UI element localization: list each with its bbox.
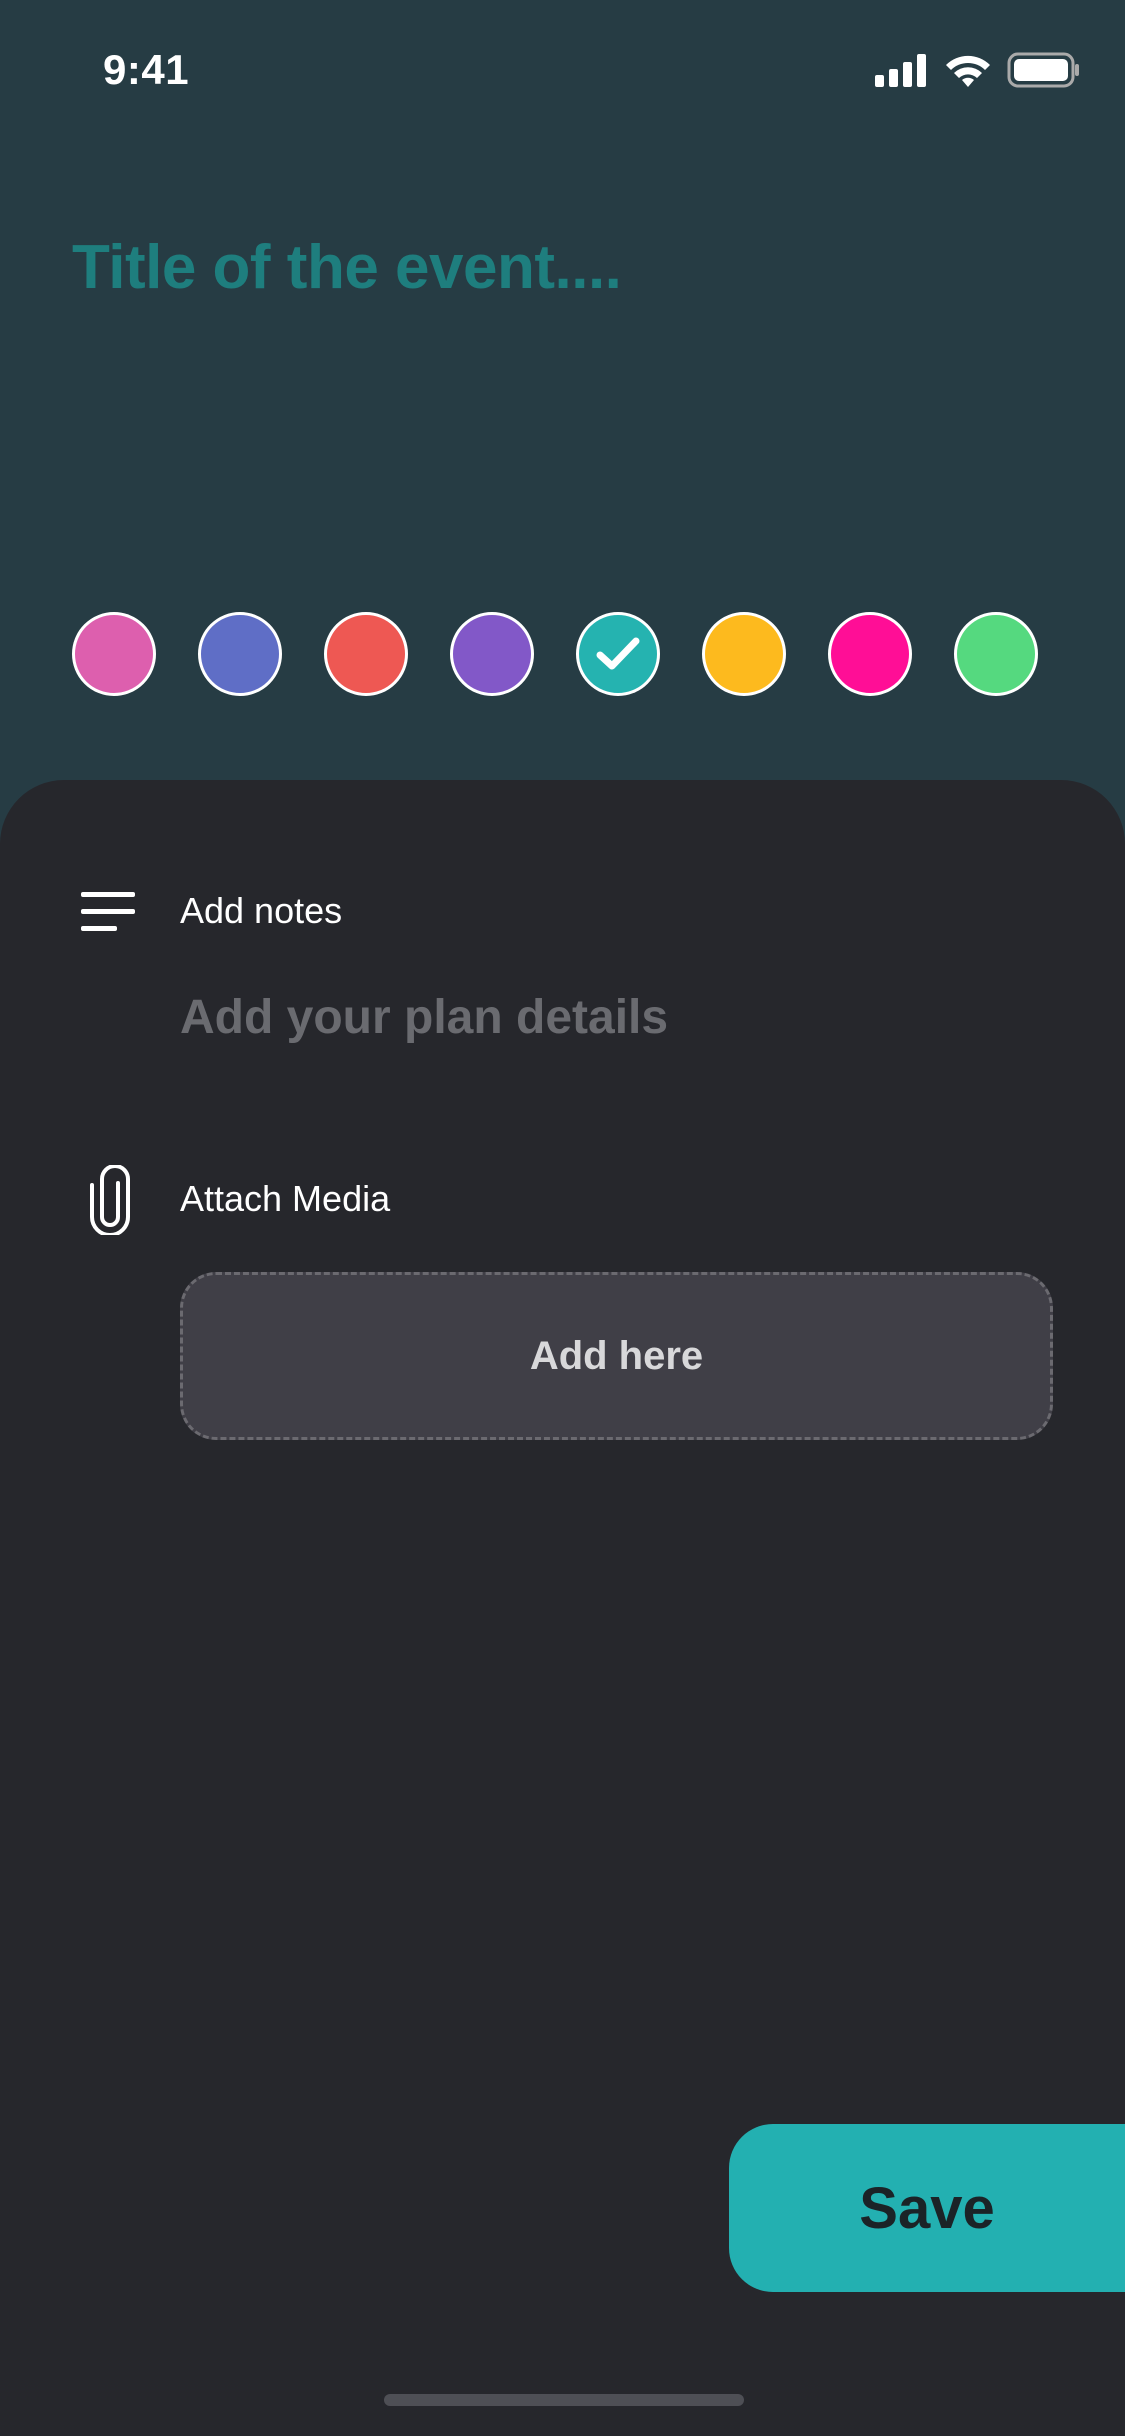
event-title-input[interactable]	[72, 232, 1052, 303]
swatch-indigo[interactable]	[198, 612, 282, 696]
battery-icon	[1007, 52, 1079, 88]
swatch-purple[interactable]	[450, 612, 534, 696]
status-icons	[875, 52, 1081, 88]
add-media-label: Add here	[529, 1333, 704, 1378]
lines-icon	[81, 892, 135, 931]
wifi-icon	[946, 55, 990, 87]
swatch-pink[interactable]	[72, 612, 156, 696]
cellular-signal-icon	[875, 54, 926, 87]
save-button[interactable]: Save	[729, 2124, 1125, 2292]
swatch-red[interactable]	[324, 612, 408, 696]
swatch-green[interactable]	[954, 612, 1038, 696]
add-media-button[interactable]: Add here	[180, 1272, 1053, 1440]
swatch-teal[interactable]	[576, 612, 660, 696]
attach-media-label: Attach Media	[180, 1178, 391, 1219]
paperclip-icon	[90, 1165, 130, 1235]
color-swatches	[72, 612, 1038, 696]
save-label: Save	[859, 2175, 995, 2241]
swatch-amber[interactable]	[702, 612, 786, 696]
notes-label: Add notes	[180, 890, 343, 931]
status-time: 9:41	[103, 46, 190, 93]
event-editor-screen: 9:41 Title of the event.... Add notes Ad…	[0, 0, 1125, 2436]
checkmark-icon	[596, 637, 640, 670]
swatch-magenta[interactable]	[828, 612, 912, 696]
notes-input[interactable]	[180, 990, 1040, 1045]
home-indicator	[384, 2394, 744, 2406]
